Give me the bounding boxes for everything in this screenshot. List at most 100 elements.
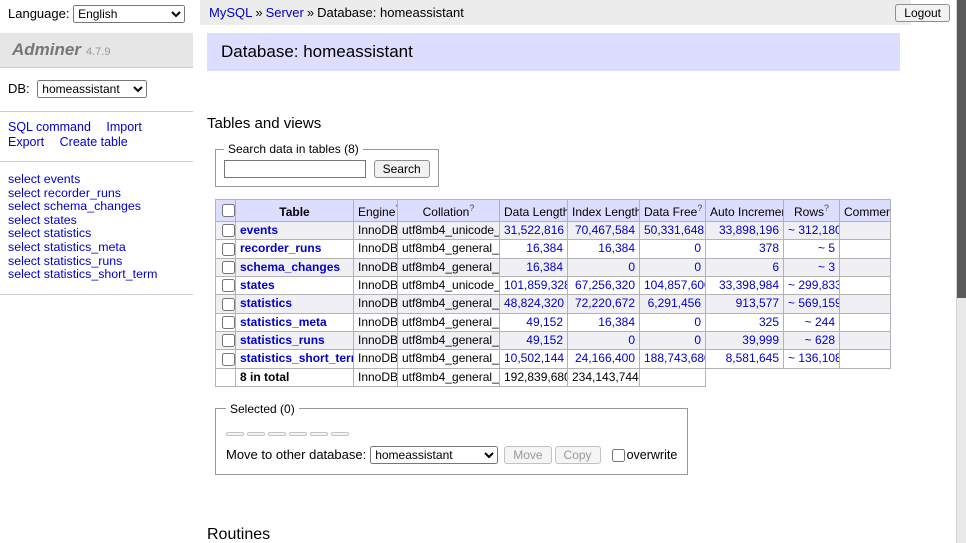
- search-button[interactable]: Search: [374, 160, 430, 178]
- sidebar-link-import[interactable]: Import: [106, 120, 141, 134]
- sidebar-table-link[interactable]: select statistics: [8, 226, 91, 240]
- row-checkbox[interactable]: [222, 279, 235, 292]
- table-name-link[interactable]: recorder_runs: [240, 241, 321, 255]
- rows-count-link[interactable]: ~ 569,159: [788, 296, 840, 310]
- column-header-link[interactable]: Collation?: [423, 205, 475, 219]
- column-header-link[interactable]: Data Length?: [504, 205, 568, 219]
- select-all-checkbox[interactable]: [222, 204, 235, 217]
- index-length-link[interactable]: 16,384: [598, 315, 635, 329]
- sidebar-table-link[interactable]: select schema_changes: [8, 199, 141, 213]
- table-name-link[interactable]: statistics: [240, 296, 292, 310]
- row-checkbox[interactable]: [222, 353, 235, 366]
- selected-action-button[interactable]: [310, 432, 328, 436]
- data-length-link[interactable]: 31,522,816: [504, 223, 564, 237]
- data-length-link[interactable]: 101,859,328: [504, 278, 568, 292]
- auto-increment-link[interactable]: 913,577: [736, 296, 779, 310]
- language-label: Language:: [8, 6, 69, 21]
- sidebar-table-link[interactable]: select statistics_meta: [8, 240, 126, 254]
- table-name-link[interactable]: statistics_short_term: [240, 351, 354, 365]
- sidebar-table-link[interactable]: select statistics_short_term: [8, 267, 157, 281]
- total-checkbox-cell: [216, 368, 236, 386]
- column-header-link[interactable]: Engine?: [358, 205, 398, 219]
- data-length-link[interactable]: 16,384: [526, 260, 563, 274]
- data-length-link[interactable]: 16,384: [526, 241, 563, 255]
- column-header-link[interactable]: Rows?: [794, 205, 829, 219]
- rows-count-link[interactable]: ~ 136,108: [788, 351, 840, 365]
- data-free-link[interactable]: 0: [694, 333, 701, 347]
- table-name-link[interactable]: statistics_runs: [240, 333, 325, 347]
- index-length-link[interactable]: 67,256,320: [575, 278, 635, 292]
- table-name-link[interactable]: schema_changes: [240, 260, 340, 274]
- copy-button[interactable]: Copy: [555, 446, 601, 464]
- table-total-row: 8 in total InnoDB utf8mb4_general_ci 192…: [216, 368, 891, 386]
- index-length-link[interactable]: 16,384: [598, 241, 635, 255]
- auto-increment-link[interactable]: 39,999: [742, 333, 779, 347]
- move-db-select[interactable]: homeassistant: [370, 446, 498, 464]
- auto-increment-link[interactable]: 325: [759, 315, 779, 329]
- data-free-link[interactable]: 0: [694, 315, 701, 329]
- language-select[interactable]: English: [73, 5, 185, 23]
- index-length-link[interactable]: 24,166,400: [575, 351, 635, 365]
- column-header-link[interactable]: Index Length?: [572, 205, 640, 219]
- selected-action-button[interactable]: [289, 432, 307, 436]
- rows-count-link[interactable]: ~ 244: [805, 315, 835, 329]
- db-select[interactable]: homeassistant: [37, 80, 147, 98]
- overwrite-label: overwrite: [627, 448, 678, 462]
- row-checkbox[interactable]: [222, 298, 235, 311]
- rows-count-link[interactable]: ~ 312,180: [788, 223, 840, 237]
- table-name-link[interactable]: events: [240, 223, 278, 237]
- column-header-link[interactable]: Table: [279, 205, 309, 219]
- column-header-link[interactable]: Data Free?: [644, 205, 702, 219]
- sidebar-link-export[interactable]: Export: [8, 135, 44, 149]
- auto-increment-link[interactable]: 6: [772, 260, 779, 274]
- rows-count-link[interactable]: ~ 628: [805, 333, 835, 347]
- search-fieldset: Search data in tables (8) Search: [215, 142, 439, 187]
- data-free-link[interactable]: 104,857,600: [644, 278, 706, 292]
- index-length-link[interactable]: 0: [628, 333, 635, 347]
- overwrite-checkbox[interactable]: [612, 449, 625, 462]
- table-name-link[interactable]: states: [240, 278, 275, 292]
- data-length-link[interactable]: 49,152: [526, 315, 563, 329]
- row-checkbox[interactable]: [222, 243, 235, 256]
- data-free-link[interactable]: 0: [694, 241, 701, 255]
- index-length-link[interactable]: 72,220,672: [575, 296, 635, 310]
- data-free-link[interactable]: 6,291,456: [648, 296, 701, 310]
- vertical-scrollbar[interactable]: [956, 0, 966, 543]
- rows-count-link[interactable]: ~ 3: [818, 260, 835, 274]
- data-length-link[interactable]: 48,824,320: [504, 296, 564, 310]
- auto-increment-link[interactable]: 33,398,984: [719, 278, 779, 292]
- selected-action-button[interactable]: [247, 432, 265, 436]
- scrollbar-thumb[interactable]: [957, 0, 966, 298]
- table-name-link[interactable]: statistics_meta: [240, 315, 327, 329]
- row-checkbox[interactable]: [222, 261, 235, 274]
- column-header-link[interactable]: Comment?: [844, 205, 891, 219]
- data-length-link[interactable]: 49,152: [526, 333, 563, 347]
- index-length-link[interactable]: 0: [628, 260, 635, 274]
- rows-count-link[interactable]: ~ 5: [818, 241, 835, 255]
- sidebar-table-link[interactable]: select recorder_runs: [8, 186, 121, 200]
- data-free-link[interactable]: 50,331,648: [644, 223, 704, 237]
- sidebar-link-sql-command[interactable]: SQL command: [8, 120, 91, 134]
- row-checkbox[interactable]: [222, 334, 235, 347]
- index-length-link[interactable]: 70,467,584: [575, 223, 635, 237]
- move-button[interactable]: Move: [504, 446, 551, 464]
- search-input[interactable]: [224, 160, 366, 178]
- row-checkbox[interactable]: [222, 316, 235, 329]
- sidebar-table-link[interactable]: select events: [8, 172, 80, 186]
- sidebar-link-create-table[interactable]: Create table: [60, 135, 128, 149]
- rows-count-link[interactable]: ~ 299,833: [788, 278, 840, 292]
- data-length-link[interactable]: 10,502,144: [504, 351, 564, 365]
- sidebar-table-link[interactable]: select statistics_runs: [8, 254, 122, 268]
- column-header-link[interactable]: Auto Increment?: [710, 205, 784, 219]
- sidebar-table-link[interactable]: select states: [8, 213, 77, 227]
- selected-action-button[interactable]: [268, 432, 286, 436]
- row-checkbox[interactable]: [222, 224, 235, 237]
- data-free-link[interactable]: 188,743,680: [644, 351, 706, 365]
- adminer-logo-link[interactable]: Adminer: [12, 40, 81, 59]
- data-free-link[interactable]: 0: [694, 260, 701, 274]
- auto-increment-link[interactable]: 8,581,645: [726, 351, 779, 365]
- selected-action-button[interactable]: [226, 432, 244, 436]
- selected-action-button[interactable]: [331, 432, 349, 436]
- auto-increment-link[interactable]: 33,898,196: [719, 223, 779, 237]
- auto-increment-link[interactable]: 378: [759, 241, 779, 255]
